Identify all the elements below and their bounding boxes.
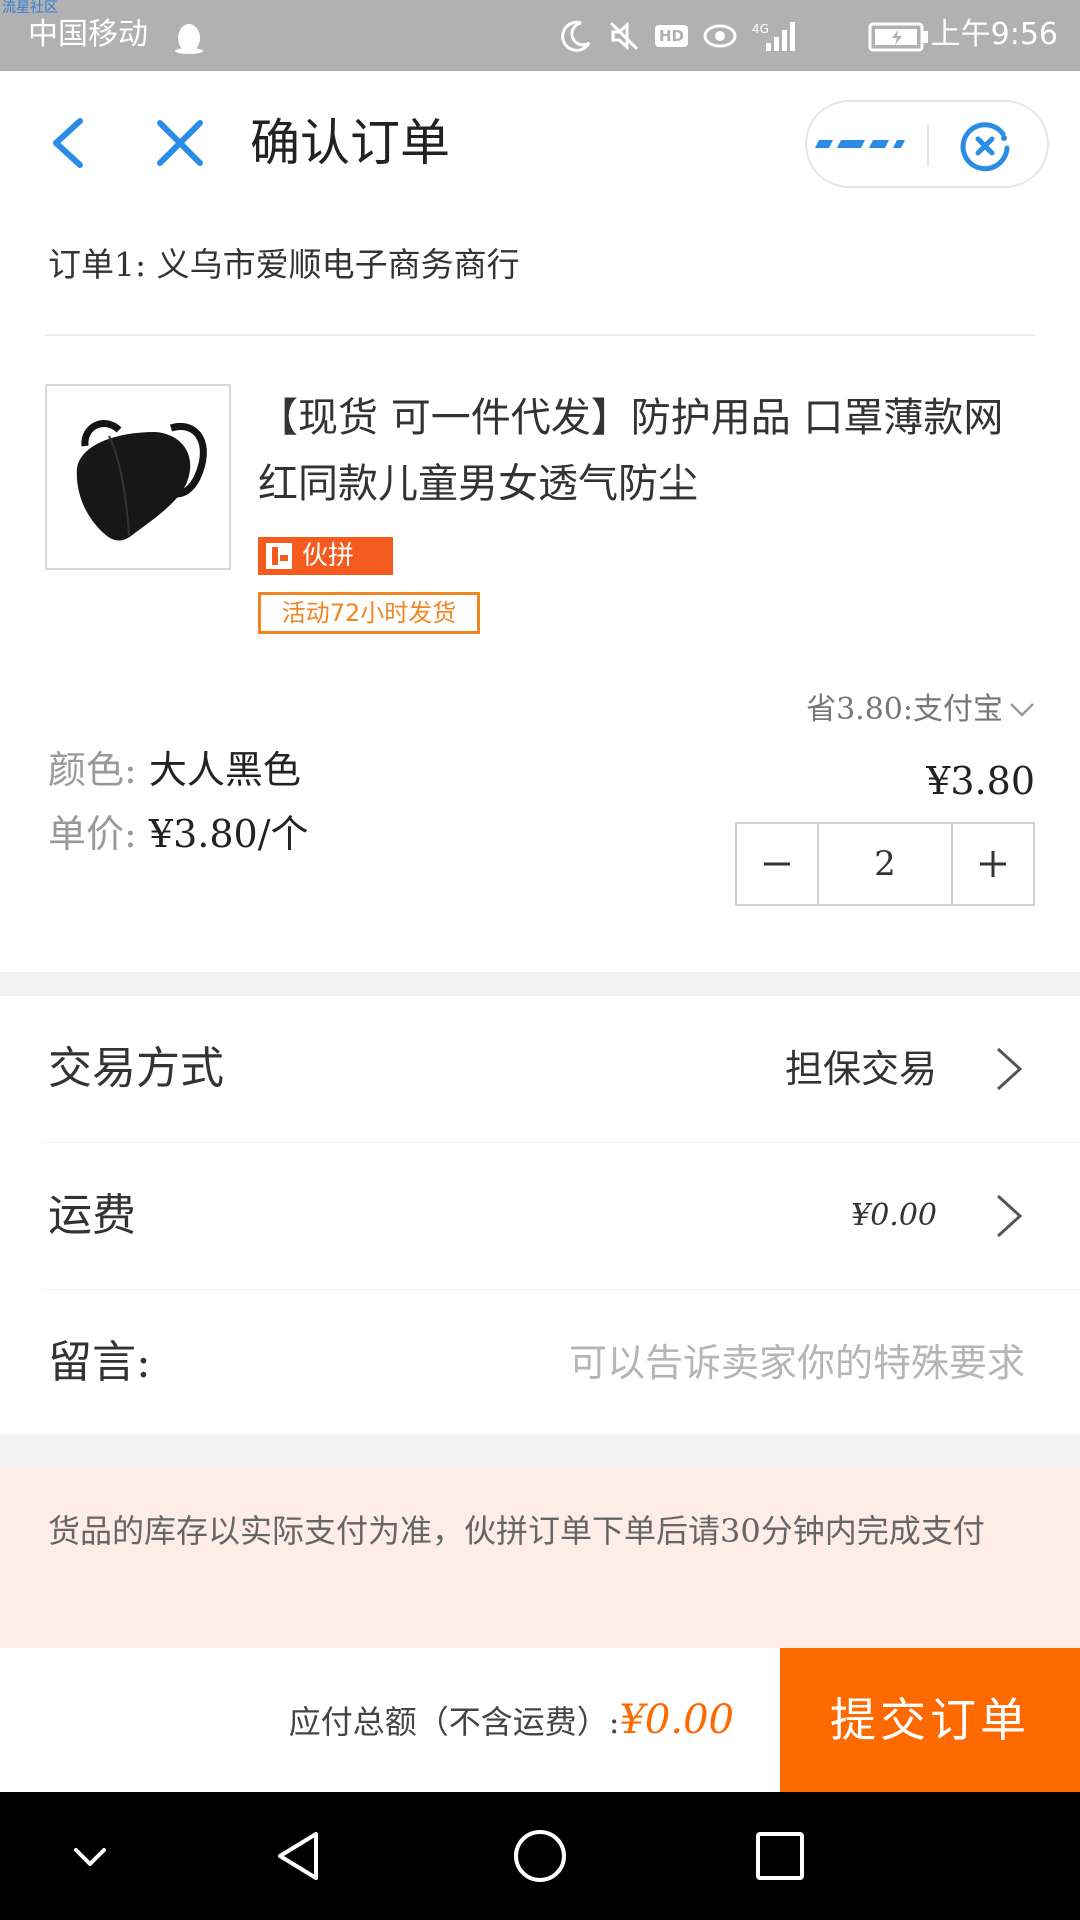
total-value: ¥0.00 [619,1697,734,1743]
clock: 上午9:56 [930,17,1058,52]
product-title[interactable]: 【现货 可一件代发】防护用品 口罩薄款网红同款儿童男女透气防尘 [258,385,1028,517]
tag-pin: 伙拼 [258,537,393,575]
trade-method-row[interactable]: 交易方式 担保交易 [0,996,1080,1142]
unit-price-label: 单价: [48,812,137,856]
submit-order-button[interactable]: 提交订单 [780,1648,1080,1792]
miniapp-exit-icon[interactable] [957,118,1013,174]
chevron-right-icon [996,1194,1023,1238]
eye-icon [703,24,737,48]
capsule-divider [927,124,929,166]
divider [45,334,1035,336]
trade-method-label: 交易方式 [48,1043,224,1094]
pin-logo-icon [258,537,300,575]
color-row: 颜色: 大人黑色 [48,744,301,796]
message-label: 留言: [48,1337,151,1388]
qq-penguin-icon [175,24,203,54]
saving-selector[interactable]: 省3.80:支付宝 [806,690,1035,730]
section-gap [0,1434,1080,1468]
unit-price-value: ¥3.80/个 [148,812,309,856]
svg-text:4G: 4G [752,22,769,36]
message-input[interactable] [250,1330,1025,1396]
mute-icon [609,21,639,51]
system-nav-bar [0,1792,1080,1920]
notice-text: 货品的库存以实际支付为准，伙拼订单下单后请30分钟内完成支付 [48,1512,985,1550]
saving-text: 省3.80:支付宝 [806,692,1003,727]
tag-pin-label: 伙拼 [302,541,355,571]
status-bar: 流星社区 中国移动 HD 4G 上午9:56 [0,0,1080,71]
color-value: 大人黑色 [148,748,301,792]
quantity-value[interactable]: 2 [817,824,953,904]
carrier-name: 中国移动 [28,17,148,52]
tag-activity: 活动72小时发货 [258,592,480,634]
unit-price-row: 单价: ¥3.80/个 [48,808,309,860]
more-dots-icon[interactable] [807,102,927,186]
nav-recents-icon[interactable] [750,1826,810,1886]
decrease-button[interactable] [737,824,817,904]
message-row: 留言: [0,1290,1080,1436]
signal-4g-icon: 4G [752,22,795,51]
shipping-value: ¥0.00 [851,1198,937,1233]
minus-icon [764,862,790,866]
battery-icon [868,22,928,52]
quantity-stepper: 2 [735,822,1035,906]
total-label: 应付总额（不含运费）: [288,1703,620,1741]
checkout-bar: 应付总额（不含运费）:¥0.00 提交订单 [0,1648,1080,1792]
close-icon[interactable] [152,115,208,171]
increase-button[interactable] [953,824,1033,904]
back-arrow-icon[interactable] [44,113,94,173]
section-gap [0,972,1080,996]
plus-icon [980,851,1006,877]
miniapp-capsule [805,100,1049,188]
watermark: 流星社区 [2,0,58,16]
chevron-down-icon [1010,703,1034,717]
page-title: 确认订单 [250,114,450,172]
color-label: 颜色: [48,748,137,792]
item-price: ¥3.80 [926,759,1035,803]
notice-banner: 货品的库存以实际支付为准，伙拼订单下单后请30分钟内完成支付 [0,1468,1080,1648]
total-amount: 应付总额（不含运费）:¥0.00 [289,1648,734,1794]
nav-home-icon[interactable] [510,1826,570,1886]
product-thumbnail[interactable] [45,384,231,570]
seller-name: 订单1: 义乌市爱顺电子商务商行 [48,245,520,284]
status-icons: HD 4G [559,18,800,54]
moon-icon [561,20,591,52]
shipping-row[interactable]: 运费 ¥0.00 [0,1143,1080,1289]
trade-method-value: 担保交易 [784,1047,937,1091]
face-mask-image [76,420,207,541]
shipping-label: 运费 [48,1190,136,1241]
page-header: 确认订单 [0,71,1080,221]
hd-badge: HD [654,25,688,47]
chevron-right-icon [996,1047,1023,1091]
chevron-down-icon[interactable] [60,1826,120,1886]
nav-back-icon[interactable] [270,1826,330,1886]
